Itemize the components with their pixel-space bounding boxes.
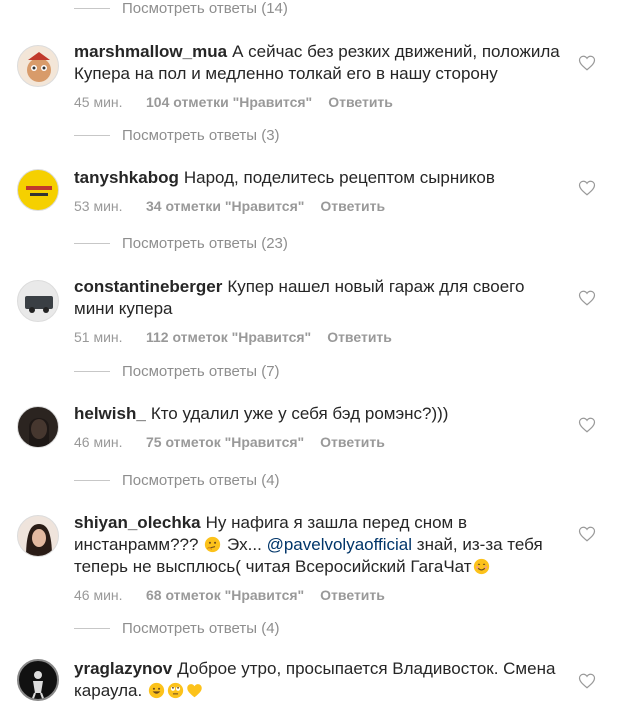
comment-time: 46 мин. — [74, 587, 123, 603]
view-replies-label[interactable]: Посмотреть ответы (14) — [122, 0, 288, 17]
reply-button[interactable]: Ответить — [320, 434, 385, 450]
view-replies-label[interactable]: Посмотреть ответы (3) — [122, 127, 280, 144]
view-replies-label[interactable]: Посмотреть ответы (4) — [122, 620, 280, 637]
avatar-image — [29, 418, 49, 447]
comment-text: yraglazynov Доброе утро, просыпается Влад… — [74, 658, 564, 702]
view-replies-row[interactable]: Посмотреть ответы (4) — [74, 617, 280, 639]
reply-button[interactable]: Ответить — [328, 94, 393, 110]
avatar-image — [26, 186, 52, 196]
comment-likes[interactable]: 68 отметок "Нравится" — [146, 587, 304, 603]
comment-time: 46 мин. — [74, 434, 123, 450]
avatar[interactable] — [17, 45, 59, 87]
heart-outline-icon[interactable] — [578, 416, 596, 434]
heart-outline-icon[interactable] — [578, 525, 596, 543]
comment-time: 45 мин. — [74, 94, 123, 110]
comment-username[interactable]: yraglazynov — [74, 659, 172, 678]
avatar[interactable] — [17, 280, 59, 322]
thinking-face-emoji — [205, 536, 221, 553]
comment-text: marshmallow_mua А сейчас без резких движе… — [74, 41, 564, 85]
comment-username[interactable]: marshmallow_mua — [74, 42, 227, 61]
comment-time: 51 мин. — [74, 329, 123, 345]
comment-username[interactable]: helwish_ — [74, 404, 146, 423]
comment-time: 53 мин. — [74, 198, 123, 214]
divider-line — [74, 134, 110, 136]
divider-line — [74, 7, 110, 9]
view-replies-row[interactable]: Посмотреть ответы (3) — [74, 124, 280, 146]
comment-likes[interactable]: 34 отметки "Нравится" — [146, 198, 304, 214]
avatar[interactable] — [17, 515, 59, 557]
avatar[interactable] — [17, 659, 59, 701]
comment-text: helwish_ Кто удалил уже у себя бэд ромэнс… — [74, 403, 564, 425]
mention-link[interactable]: @pavelvolyaofficial — [267, 535, 412, 554]
view-replies-row[interactable]: Посмотреть ответы (4) — [74, 469, 280, 491]
reply-button[interactable]: Ответить — [327, 329, 392, 345]
avatar-image — [27, 52, 51, 82]
comment-username[interactable]: constantineberger — [74, 277, 222, 296]
divider-line — [74, 242, 110, 244]
heart-outline-icon[interactable] — [578, 289, 596, 307]
view-replies-row[interactable]: Посмотреть ответы (7) — [74, 360, 280, 382]
comment-message: Народ, поделитесь рецептом сырников — [183, 168, 495, 187]
view-replies-label[interactable]: Посмотреть ответы (4) — [122, 472, 280, 489]
view-replies-label[interactable]: Посмотреть ответы (7) — [122, 363, 280, 380]
divider-line — [74, 370, 110, 372]
comment-likes[interactable]: 75 отметок "Нравится" — [146, 434, 304, 450]
comment-likes[interactable]: 112 отметок "Нравится" — [146, 329, 311, 345]
comment-text: tanyshkabog Народ, поделитесь рецептом сы… — [74, 167, 564, 189]
comment-text: constantineberger Купер нашел новый гараж… — [74, 276, 564, 320]
comment-message-part: Эх... — [226, 535, 262, 554]
avatar[interactable] — [17, 169, 59, 211]
heart-outline-icon[interactable] — [578, 54, 596, 72]
grinning-face-emoji — [148, 682, 165, 699]
comment-text: shiyan_olechka Ну нафига я зашла перед сн… — [74, 512, 564, 578]
divider-line — [74, 627, 110, 629]
avatar-image — [25, 296, 53, 313]
rolling-eyes-emoji — [167, 682, 184, 699]
comment-message: Кто удалил уже у себя бэд ромэнс?))) — [150, 404, 449, 423]
view-replies-label[interactable]: Посмотреть ответы (23) — [122, 235, 288, 252]
view-replies-row[interactable]: Посмотреть ответы (14) — [74, 0, 288, 19]
avatar[interactable] — [17, 406, 59, 448]
heart-outline-icon[interactable] — [578, 672, 596, 690]
divider-line — [74, 479, 110, 481]
reply-button[interactable]: Ответить — [320, 198, 385, 214]
yellow-heart-emoji — [187, 684, 202, 698]
reply-button[interactable]: Ответить — [320, 587, 385, 603]
avatar-image — [26, 524, 52, 556]
comment-likes[interactable]: 104 отметки "Нравится" — [146, 94, 312, 110]
comment-username[interactable]: tanyshkabog — [74, 168, 179, 187]
heart-outline-icon[interactable] — [578, 179, 596, 197]
view-replies-row[interactable]: Посмотреть ответы (23) — [74, 232, 288, 254]
avatar-image — [31, 671, 45, 699]
comment-username[interactable]: shiyan_olechka — [74, 513, 201, 532]
smiling-face-emoji — [473, 558, 489, 575]
